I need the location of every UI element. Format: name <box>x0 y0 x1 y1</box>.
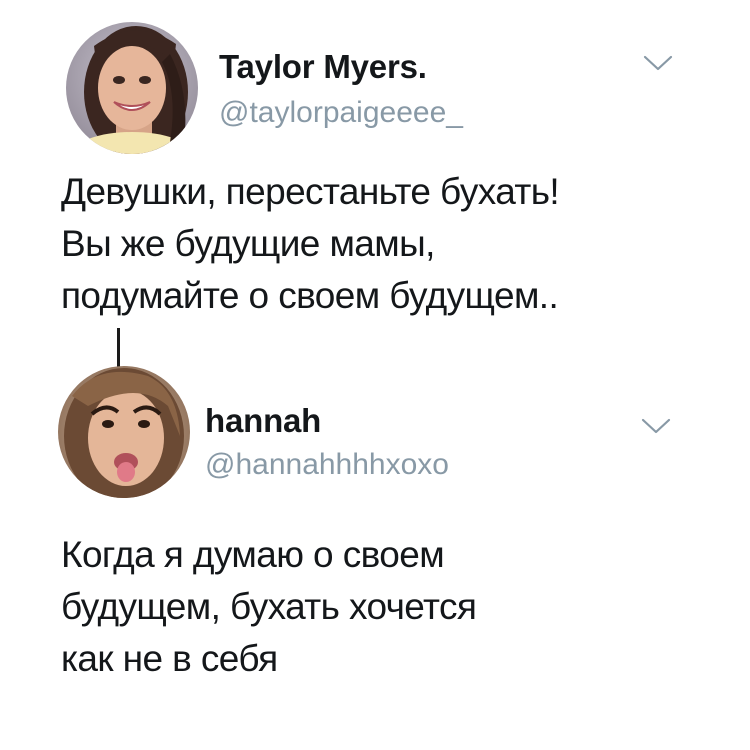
avatar[interactable] <box>58 366 190 498</box>
tweet-text-line: Вы же будущие мамы, <box>61 223 435 264</box>
display-name[interactable]: hannah <box>205 402 321 440</box>
chevron-down-icon[interactable] <box>643 55 673 73</box>
tweet-text: Когда я думаю о своем будущем, бухать хо… <box>61 529 477 685</box>
tweet-text-line: подумайте о своем будущем.. <box>61 275 559 316</box>
display-name[interactable]: Taylor Myers. <box>219 48 427 86</box>
avatar-photo <box>58 366 190 498</box>
chevron-down-icon[interactable] <box>641 418 671 436</box>
tweet-text-line: будущем, бухать хочется <box>61 586 477 627</box>
tweet: hannah @hannahhhhxoxo Когда я думаю о св… <box>0 340 750 750</box>
tweet-text-line: Когда я думаю о своем <box>61 534 445 575</box>
avatar-photo <box>66 22 198 154</box>
tweet-text-line: Девушки, перестаньте бухать! <box>61 171 560 212</box>
avatar[interactable] <box>66 22 198 154</box>
tweet-text-line: как не в себя <box>61 638 278 679</box>
tweet-text: Девушки, перестаньте бухать! Вы же будущ… <box>61 166 560 322</box>
user-handle[interactable]: @taylorpaigeeee_ <box>219 96 463 130</box>
user-handle[interactable]: @hannahhhhxoxo <box>205 448 449 482</box>
tweet: Taylor Myers. @taylorpaigeeee_ Девушки, … <box>0 0 750 340</box>
